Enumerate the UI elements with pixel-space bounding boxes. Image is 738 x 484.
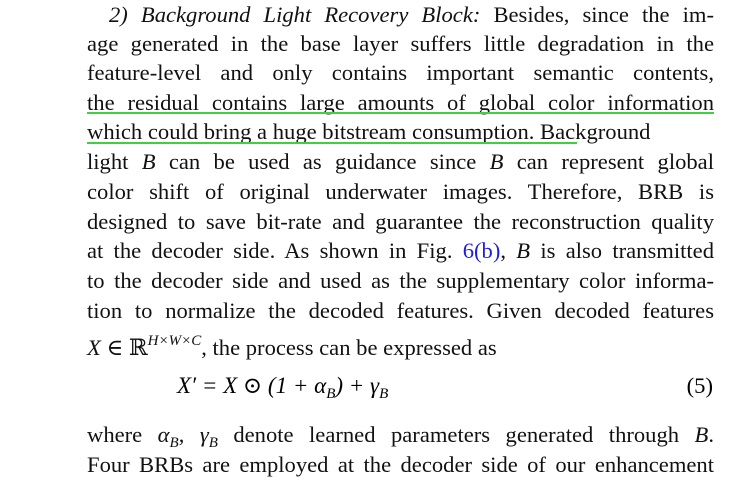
paragraph-line-12: X ∈ ℝH×W×C, the process can be expressed…	[87, 326, 714, 360]
equation-body: ) + γ	[335, 373, 380, 398]
text-span: is also transmitted	[530, 238, 714, 263]
paragraph-line-6: light B can be used as guidance since B …	[87, 147, 714, 177]
math-symbol: X	[87, 335, 101, 360]
text-span: . Background	[528, 119, 651, 144]
highlighted-text: which could bring a huge bitstream consu…	[87, 119, 529, 144]
text-span: , the process can be expressed as	[201, 335, 497, 360]
equation-subscript: B	[326, 386, 336, 402]
math-symbol: ∈	[100, 335, 129, 360]
math-symbol: B	[694, 422, 709, 447]
math-symbol: ℝ	[128, 335, 148, 360]
paragraph-line-10: to the decoder side and used as the supp…	[87, 268, 714, 293]
equation: X′ = X ⊙ (1 + αB) + γB	[177, 373, 388, 403]
math-symbol: B	[516, 238, 531, 263]
equation-number: (5)	[686, 373, 713, 398]
paragraph-line-3: feature-level and only contains importan…	[87, 60, 714, 85]
equation-subscript: B	[379, 386, 389, 402]
math-symbol: B	[141, 149, 156, 174]
math-subscript: B	[208, 435, 218, 451]
paragraph-line-2: age generated in the base layer suffers …	[87, 31, 714, 56]
math-symbol: B	[489, 149, 504, 174]
section-heading: 2) Background Light Recovery Block:	[109, 2, 481, 27]
math-superscript: H×W×C	[147, 333, 202, 349]
figure-link[interactable]: 6(b)	[463, 238, 501, 263]
paragraph-line-11: tion to normalize the decoded features. …	[87, 298, 714, 323]
paragraph-line-8: designed to save bit-rate and guarantee …	[87, 209, 714, 234]
text-span: ,	[500, 238, 517, 263]
text-span: Besides, since the im-	[480, 2, 714, 27]
math-subscript: B	[169, 435, 179, 451]
paragraph-line-14: Four BRBs are employed at the decoder si…	[87, 452, 714, 477]
text-span: ,	[178, 422, 200, 447]
math-symbol: α	[157, 422, 170, 447]
math-symbol: γ	[199, 422, 209, 447]
text-span: light	[87, 149, 142, 174]
paragraph-line-9: at the decoder side. As shown in Fig. 6(…	[87, 236, 714, 266]
text-span: where	[87, 422, 158, 447]
text-span: at the decoder side. As shown in Fig.	[87, 238, 463, 263]
paragraph-line-1: 2) Background Light Recovery Block: Besi…	[87, 0, 714, 30]
text-span: can represent global	[503, 149, 714, 174]
text-span: can be used as guidance since	[155, 149, 490, 174]
highlight-underline	[87, 112, 714, 114]
paragraph-line-7: color shift of original underwater image…	[87, 179, 714, 204]
equation-body: X′ = X ⊙ (1 + α	[177, 373, 327, 398]
highlight-underline	[87, 142, 577, 144]
text-span: denote learned parameters generated thro…	[217, 422, 695, 447]
paragraph-line-13: where αB, γB denote learned parameters g…	[87, 420, 714, 451]
text-span: .	[708, 422, 714, 447]
